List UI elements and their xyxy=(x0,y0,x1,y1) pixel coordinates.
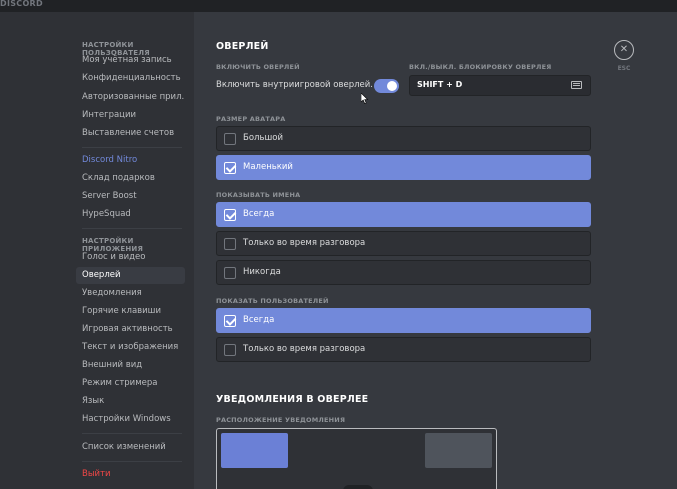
option-label: Только во время разговора xyxy=(243,344,366,354)
option-label: Маленький xyxy=(243,162,293,172)
overlay-notifications-title: УВЕДОМЛЕНИЯ В ОВЕРЛЕЕ xyxy=(216,394,369,405)
show-users-always-option[interactable]: Всегда xyxy=(216,308,591,333)
checkbox-icon xyxy=(224,344,236,356)
sidebar-item-text-images[interactable]: Текст и изображения xyxy=(76,339,185,356)
sidebar-item-windows-settings[interactable]: Настройки Windows xyxy=(76,411,185,428)
checkbox-icon xyxy=(224,267,236,279)
option-label: Никогда xyxy=(243,267,281,277)
mouse-cursor-icon xyxy=(361,93,369,104)
enable-overlay-toggle[interactable] xyxy=(374,79,399,93)
page-title: ОВЕРЛЕЙ xyxy=(216,41,269,52)
show-names-while-speaking-option[interactable]: Только во время разговора xyxy=(216,231,591,256)
position-top-right-option[interactable] xyxy=(425,433,492,468)
enable-overlay-label: Включить внутриигровой оверлей. xyxy=(216,80,373,90)
position-disabled-option[interactable] xyxy=(343,485,373,489)
sidebar-item-my-account[interactable]: Моя учётная запись xyxy=(76,52,185,69)
overlay-lock-keybind-header: ВКЛ./ВЫКЛ. БЛОКИРОВКУ ОВЕРЛЕЯ xyxy=(409,63,552,71)
title-bar: DISCORD xyxy=(0,0,677,12)
sidebar-divider xyxy=(82,433,182,434)
sidebar-item-logout[interactable]: Выйти xyxy=(76,466,185,483)
checkbox-icon xyxy=(224,238,236,250)
checkmark-icon xyxy=(224,209,236,221)
show-users-header: ПОКАЗАТЬ ПОЛЬЗОВАТЕЛЕЙ xyxy=(216,297,329,305)
sidebar-item-authorized-apps[interactable]: Авторизованные прил... xyxy=(76,89,185,106)
show-names-always-option[interactable]: Всегда xyxy=(216,202,591,227)
sidebar-item-privacy[interactable]: Конфиденциальность xyxy=(76,70,185,87)
sidebar-item-integrations[interactable]: Интеграции xyxy=(76,107,185,124)
checkmark-icon xyxy=(224,315,236,327)
sidebar-item-gift-inventory[interactable]: Склад подарков xyxy=(76,170,185,187)
checkmark-icon xyxy=(224,162,236,174)
app-title: DISCORD xyxy=(0,0,43,8)
sidebar-item-server-boost[interactable]: Server Boost xyxy=(76,188,185,205)
sidebar-item-voice-video[interactable]: Голос и видео xyxy=(76,249,185,266)
sidebar-item-language[interactable]: Язык xyxy=(76,393,185,410)
option-label: Всегда xyxy=(243,209,275,219)
sidebar-item-overlay[interactable]: Оверлей xyxy=(76,267,185,284)
notification-position-header: РАСПОЛОЖЕНИЕ УВЕДОМЛЕНИЯ xyxy=(216,416,346,424)
notification-position-picker xyxy=(216,428,497,489)
option-label: Только во время разговора xyxy=(243,238,366,248)
keybind-value: SHIFT + D xyxy=(417,80,463,89)
esc-label: ESC xyxy=(617,65,631,72)
position-top-left-option[interactable] xyxy=(221,433,288,468)
keyboard-icon[interactable] xyxy=(571,81,582,89)
avatar-size-small-option[interactable]: Маленький xyxy=(216,155,591,180)
close-icon[interactable]: ✕ xyxy=(615,43,633,57)
overlay-lock-keybind-input[interactable]: SHIFT + D xyxy=(409,75,591,96)
checkbox-icon xyxy=(224,133,236,145)
sidebar-item-streamer-mode[interactable]: Режим стримера xyxy=(76,375,185,392)
avatar-size-header: РАЗМЕР АВАТАРА xyxy=(216,115,286,123)
sidebar-item-notifications[interactable]: Уведомления xyxy=(76,285,185,302)
sidebar-item-appearance[interactable]: Внешний вид xyxy=(76,357,185,374)
sidebar-item-hypesquad[interactable]: HypeSquad xyxy=(76,206,185,223)
avatar-size-large-option[interactable]: Большой xyxy=(216,126,591,151)
sidebar-divider xyxy=(82,147,182,148)
sidebar-item-changelog[interactable]: Список изменений xyxy=(76,439,185,456)
enable-overlay-header: ВКЛЮЧИТЬ ОВЕРЛЕЙ xyxy=(216,63,300,71)
show-users-while-speaking-option[interactable]: Только во время разговора xyxy=(216,337,591,362)
settings-sidebar: НАСТРОЙКИ ПОЛЬЗОВАТЕЛЯ Моя учётная запис… xyxy=(0,12,194,489)
sidebar-item-game-activity[interactable]: Игровая активность xyxy=(76,321,185,338)
show-names-header: ПОКАЗЫВАТЬ ИМЕНА xyxy=(216,191,301,199)
option-label: Большой xyxy=(243,133,283,143)
sidebar-divider xyxy=(82,228,182,229)
show-names-never-option[interactable]: Никогда xyxy=(216,260,591,285)
sidebar-divider xyxy=(82,461,182,462)
option-label: Всегда xyxy=(243,315,275,325)
sidebar-item-billing[interactable]: Выставление счетов xyxy=(76,125,185,142)
sidebar-item-keybinds[interactable]: Горячие клавиши xyxy=(76,303,185,320)
sidebar-item-nitro[interactable]: Discord Nitro xyxy=(76,152,185,169)
toggle-knob xyxy=(387,81,397,91)
close-button[interactable]: ✕ xyxy=(614,40,634,60)
